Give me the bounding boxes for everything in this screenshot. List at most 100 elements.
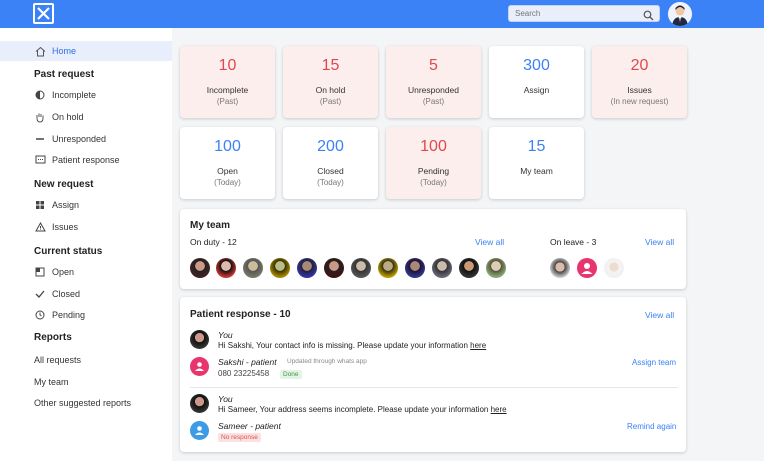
sidebar-item-label: Open [52, 267, 75, 277]
stat-value: 15 [527, 138, 546, 155]
team-member-avatar[interactable] [486, 258, 506, 278]
top-bar [0, 0, 764, 28]
sidebar-item-patient-response[interactable]: Patient response [34, 152, 120, 168]
clock-icon [34, 310, 46, 320]
sender-avatar [190, 330, 209, 349]
assign-team-link[interactable]: Assign team [632, 358, 676, 367]
stat-label: Incomplete [206, 85, 249, 95]
stat-card-assign[interactable]: 300 Assign [489, 46, 584, 118]
team-member-avatar[interactable] [378, 258, 398, 278]
sender-name: You [218, 330, 233, 340]
sidebar-item-assign[interactable]: Assign [34, 197, 79, 213]
stat-card-closed[interactable]: 200 Closed (Today) [283, 127, 378, 199]
patient-response-view-all-link[interactable]: View all [645, 310, 674, 320]
warning-icon [34, 222, 46, 232]
sidebar: Home Past request Incomplete On hold Unr… [0, 28, 172, 461]
team-member-avatar[interactable] [324, 258, 344, 278]
search-icon[interactable] [643, 8, 654, 26]
update-link[interactable]: here [491, 405, 507, 414]
on-leave-avatar[interactable] [550, 258, 570, 278]
sidebar-item-label: Closed [52, 289, 81, 299]
sidebar-item-label: My team [34, 377, 69, 387]
sidebar-item-other-reports[interactable]: Other suggested reports [34, 395, 131, 411]
team-member-avatar[interactable] [216, 258, 236, 278]
sidebar-item-unresponded[interactable]: Unresponded [34, 131, 106, 147]
sender-avatar [190, 394, 209, 413]
user-avatar[interactable] [668, 2, 692, 26]
update-source-note: Updated through whats app [287, 358, 367, 365]
stat-label: Closed [317, 166, 344, 176]
remind-again-link[interactable]: Remind again [627, 422, 676, 431]
stat-card-issues[interactable]: 20 Issues (In new request) [592, 46, 687, 118]
stat-value: 100 [420, 138, 447, 155]
sidebar-item-home[interactable]: Home [0, 41, 172, 61]
stat-card-pending[interactable]: 100 Pending (Today) [386, 127, 481, 199]
team-member-avatar[interactable] [297, 258, 317, 278]
team-member-avatar[interactable] [351, 258, 371, 278]
stat-label: Issues [627, 85, 652, 95]
sidebar-item-all-requests[interactable]: All requests [34, 352, 81, 368]
chat-icon [34, 155, 46, 165]
patient-avatar [190, 421, 209, 440]
check-icon [34, 289, 46, 299]
search-input[interactable] [515, 9, 643, 18]
stat-label: Unresponded [407, 85, 460, 95]
patient-response-title: Patient response - 10 [190, 309, 291, 320]
stat-sublabel: (In new request) [610, 97, 669, 106]
patient-phone: 080 23225458 [218, 369, 270, 378]
sidebar-item-label: Unresponded [52, 134, 107, 144]
search-box[interactable] [508, 5, 660, 22]
stat-card-on-hold[interactable]: 15 On hold (Past) [283, 46, 378, 118]
stat-label: Open [217, 166, 238, 176]
hand-icon [34, 112, 46, 123]
update-link[interactable]: here [470, 341, 486, 350]
team-member-avatar[interactable] [243, 258, 263, 278]
stat-sublabel: (Past) [319, 97, 342, 106]
sidebar-item-pending[interactable]: Pending [34, 307, 85, 323]
sidebar-item-label: Incomplete [52, 90, 97, 100]
open-folder-icon [34, 267, 46, 277]
team-member-avatar[interactable] [190, 258, 210, 278]
team-member-avatar[interactable] [405, 258, 425, 278]
stat-card-unresponded[interactable]: 5 Unresponded (Past) [386, 46, 481, 118]
status-badge: Done [280, 370, 302, 379]
stat-value: 200 [317, 138, 344, 155]
sidebar-item-label: Assign [52, 200, 80, 210]
on-leave-view-all-link[interactable]: View all [645, 237, 674, 247]
sidebar-item-open[interactable]: Open [34, 264, 74, 280]
stat-sublabel: (Today) [214, 178, 241, 187]
sidebar-item-issues[interactable]: Issues [34, 219, 78, 235]
sidebar-item-label: Patient response [52, 155, 120, 165]
patient-name: Sakshi - patient [218, 357, 277, 367]
on-leave-avatar[interactable] [577, 258, 597, 278]
on-leave-avatar[interactable] [604, 258, 624, 278]
response-message: Hi Sameer, Your address seems incomplete… [218, 405, 507, 414]
sidebar-item-my-team[interactable]: My team [34, 374, 69, 390]
sidebar-item-incomplete[interactable]: Incomplete [34, 87, 96, 103]
team-member-avatar[interactable] [270, 258, 290, 278]
on-duty-view-all-link[interactable]: View all [475, 237, 504, 247]
sidebar-item-label: All requests [34, 355, 82, 365]
team-member-avatar[interactable] [459, 258, 479, 278]
sidebar-section-new-request: New request [34, 179, 94, 190]
dash-icon [34, 134, 46, 144]
stat-card-my-team[interactable]: 15 My team [489, 127, 584, 199]
sidebar-section-reports: Reports [34, 332, 72, 343]
app-logo[interactable] [33, 3, 54, 24]
stat-card-incomplete[interactable]: 10 Incomplete (Past) [180, 46, 275, 118]
on-duty-count: On duty - 12 [190, 237, 237, 247]
sidebar-item-label: Home [52, 46, 77, 56]
stat-value: 20 [630, 57, 649, 74]
sidebar-item-label: Pending [52, 310, 86, 320]
stat-value: 100 [214, 138, 241, 155]
team-member-avatar[interactable] [432, 258, 452, 278]
status-badge: No response [218, 433, 261, 442]
stat-label: Assign [523, 85, 550, 95]
stat-sublabel: (Past) [422, 97, 445, 106]
sidebar-item-on-hold[interactable]: On hold [34, 109, 84, 125]
sidebar-item-closed[interactable]: Closed [34, 286, 80, 302]
sidebar-section-current-status: Current status [34, 246, 103, 257]
sender-name: You [218, 394, 233, 404]
stat-card-open[interactable]: 100 Open (Today) [180, 127, 275, 199]
stat-label: Pending [417, 166, 450, 176]
